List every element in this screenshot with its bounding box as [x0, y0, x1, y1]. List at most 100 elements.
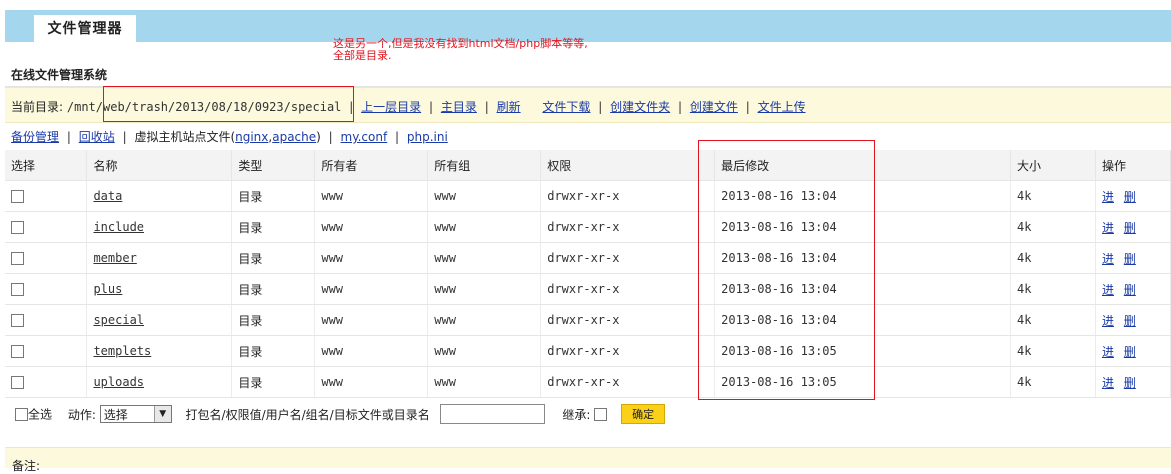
col-header-size: 大小	[1010, 150, 1096, 181]
col-header-select: 选择	[5, 150, 88, 181]
inherit-label: 继承:	[562, 407, 591, 422]
file-owner: www	[314, 335, 429, 367]
file-type: 目录	[231, 304, 316, 336]
bulk-action-row: 全选 动作: 选择 ▼ 打包名/权限值/用户名/组名/目标文件或目录名 继承: 确…	[15, 404, 666, 428]
file-size: 4k	[1010, 242, 1096, 274]
row-checkbox[interactable]	[11, 345, 24, 358]
select-all-label: 全选	[28, 407, 53, 422]
enter-link[interactable]: 进	[1102, 221, 1114, 235]
col-header-owner: 所有者	[314, 150, 429, 181]
delete-link[interactable]: 删	[1124, 314, 1136, 328]
vhost-close: )	[316, 130, 321, 144]
file-group: www	[427, 335, 542, 367]
annotation-box-modified	[698, 140, 875, 400]
enter-link[interactable]: 进	[1102, 376, 1114, 390]
col-header-actions: 操作	[1095, 150, 1171, 181]
separator: |	[598, 100, 603, 114]
action-select[interactable]: 选择 ▼	[99, 405, 172, 423]
file-owner: www	[314, 211, 429, 243]
header-bar	[5, 10, 1171, 42]
file-name-link[interactable]: uploads	[93, 375, 144, 389]
file-group: www	[427, 242, 542, 274]
table-row: plus 目录 www www drwxr-xr-x 2013-08-16 13:04 4k…	[5, 273, 1171, 305]
file-size: 4k	[1010, 180, 1096, 212]
param-input[interactable]	[439, 404, 545, 424]
create-folder-link[interactable]: 创建文件夹	[610, 100, 670, 114]
inherit-checkbox[interactable]	[594, 407, 608, 421]
enter-link[interactable]: 进	[1102, 283, 1114, 297]
my-conf-link[interactable]: my.conf	[341, 130, 388, 144]
php-ini-link[interactable]: php.ini	[407, 130, 448, 144]
file-size: 4k	[1010, 304, 1096, 336]
confirm-button[interactable]: 确定	[621, 404, 666, 424]
enter-link[interactable]: 进	[1102, 314, 1114, 328]
enter-link[interactable]: 进	[1102, 252, 1114, 266]
vhost-label: 虚拟主机站点文件(	[134, 130, 236, 144]
file-group: www	[427, 211, 542, 243]
delete-link[interactable]: 删	[1124, 283, 1136, 297]
apache-link[interactable]: apache	[272, 130, 316, 144]
select-all-checkbox[interactable]	[15, 407, 28, 421]
separator: |	[745, 100, 750, 114]
col-header-permission: 权限	[540, 150, 716, 181]
file-name-link[interactable]: include	[93, 220, 144, 234]
file-permission: drwxr-xr-x	[540, 242, 716, 274]
tools-row: 备份管理 | 回收站 | 虚拟主机站点文件(nginx,apache) | my…	[11, 128, 448, 145]
table-row: data 目录 www www drwxr-xr-x 2013-08-16 13:04 4k…	[5, 180, 1171, 212]
create-file-link[interactable]: 创建文件	[690, 100, 738, 114]
recycle-bin-link[interactable]: 回收站	[79, 130, 115, 144]
file-owner: www	[314, 242, 429, 274]
separator: |	[677, 100, 683, 114]
row-checkbox[interactable]	[11, 314, 24, 327]
separator: |	[66, 130, 71, 144]
home-dir-link[interactable]: 主目录	[441, 100, 477, 114]
file-size: 4k	[1010, 335, 1096, 367]
delete-link[interactable]: 删	[1124, 252, 1136, 266]
section-title: 在线文件管理系统	[11, 68, 108, 82]
file-name-link[interactable]: member	[93, 251, 136, 265]
file-permission: drwxr-xr-x	[540, 366, 716, 398]
upload-file-link[interactable]: 文件上传	[758, 100, 806, 114]
file-name-link[interactable]: special	[93, 313, 144, 327]
app-tab-title[interactable]: 文件管理器	[34, 15, 136, 42]
col-header-name: 名称	[86, 150, 233, 181]
enter-link[interactable]: 进	[1102, 345, 1114, 359]
row-checkbox[interactable]	[11, 252, 24, 265]
note-label: 备注:	[12, 459, 41, 473]
download-file-link[interactable]: 文件下载	[542, 100, 590, 114]
file-type: 目录	[231, 335, 316, 367]
param-label: 打包名/权限值/用户名/组名/目标文件或目录名	[185, 407, 430, 422]
delete-link[interactable]: 删	[1124, 376, 1136, 390]
table-row: member 目录 www www drwxr-xr-x 2013-08-16 13:04…	[5, 242, 1171, 274]
separator: |	[484, 100, 489, 114]
delete-link[interactable]: 删	[1124, 190, 1136, 204]
file-type: 目录	[231, 242, 316, 274]
chevron-down-icon: ▼	[153, 406, 171, 422]
row-checkbox[interactable]	[11, 190, 24, 203]
delete-link[interactable]: 删	[1124, 221, 1136, 235]
nginx-link[interactable]: nginx	[235, 130, 268, 144]
file-size: 4k	[1010, 211, 1096, 243]
row-checkbox[interactable]	[11, 283, 24, 296]
note-box: 备注:	[5, 447, 1171, 473]
file-name-link[interactable]: templets	[93, 344, 151, 358]
file-permission: drwxr-xr-x	[540, 211, 716, 243]
row-checkbox[interactable]	[11, 221, 24, 234]
refresh-link[interactable]: 刷新	[497, 100, 521, 114]
parent-dir-link[interactable]: 上一层目录	[361, 100, 421, 114]
file-name-link[interactable]: plus	[93, 282, 122, 296]
row-checkbox[interactable]	[11, 376, 24, 389]
file-group: www	[427, 304, 542, 336]
file-type: 目录	[231, 273, 316, 305]
current-dir-label: 当前目录:	[11, 100, 64, 114]
file-table: 选择 名称 类型 所有者 所有组 权限 最后修改 大小 操作 data 目录 www…	[5, 150, 1171, 398]
file-type: 目录	[231, 180, 316, 212]
delete-link[interactable]: 删	[1124, 345, 1136, 359]
file-name-link[interactable]: data	[93, 189, 122, 203]
annotation-line-2: 全部是目录.	[333, 49, 392, 62]
table-header-row: 选择 名称 类型 所有者 所有组 权限 最后修改 大小 操作	[5, 150, 1171, 181]
table-row: templets 目录 www www drwxr-xr-x 2013-08-16 13:…	[5, 335, 1171, 367]
enter-link[interactable]: 进	[1102, 190, 1114, 204]
table-row: include 目录 www www drwxr-xr-x 2013-08-16 13:0…	[5, 211, 1171, 243]
backup-link[interactable]: 备份管理	[11, 130, 59, 144]
